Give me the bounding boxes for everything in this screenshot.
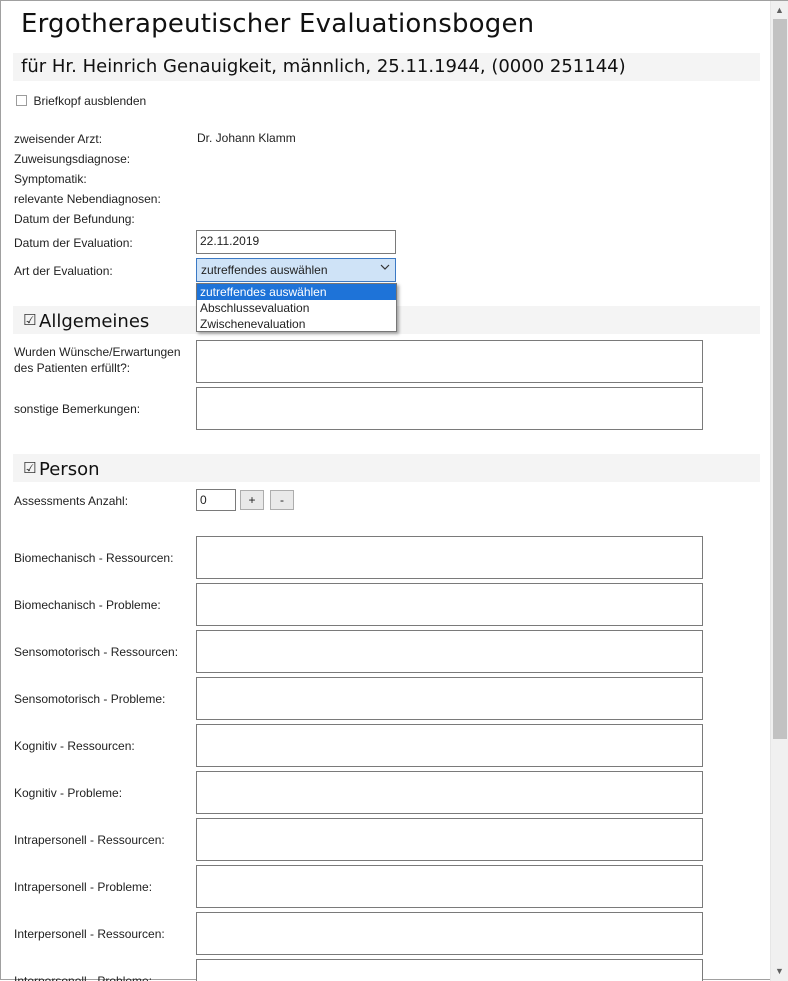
- referring-doctor-value: Dr. Johann Klamm: [197, 131, 296, 145]
- remarks-textarea[interactable]: [196, 387, 703, 430]
- section-general-title: Allgemeines: [39, 311, 150, 332]
- add-assessment-button[interactable]: +: [240, 490, 264, 510]
- evaluation-type-label: Art der Evaluation:: [14, 264, 113, 278]
- field-textarea[interactable]: [196, 912, 703, 955]
- chevron-down-icon: [380, 262, 390, 274]
- referring-doctor-label: zweisender Arzt:: [14, 132, 103, 146]
- field-label: Interpersonell - Ressourcen:: [14, 927, 165, 941]
- field-label: Biomechanisch - Probleme:: [14, 598, 161, 612]
- assessments-count-input[interactable]: 0: [196, 489, 236, 511]
- field-label: Intrapersonell - Ressourcen:: [14, 833, 165, 847]
- section-person-title: Person: [39, 459, 100, 480]
- evaluation-type-select[interactable]: zutreffendes auswählen: [196, 258, 396, 282]
- remove-assessment-button[interactable]: -: [270, 490, 294, 510]
- remarks-label: sonstige Bemerkungen:: [14, 402, 141, 416]
- evaluation-date-input[interactable]: 22.11.2019: [196, 230, 396, 254]
- symptoms-label: Symptomatik:: [14, 172, 87, 186]
- evaluation-type-selected: zutreffendes auswählen: [201, 263, 328, 277]
- field-textarea[interactable]: [196, 724, 703, 767]
- checkbox-checked-icon[interactable]: ☑: [23, 311, 36, 329]
- field-textarea[interactable]: [196, 630, 703, 673]
- referral-diagnosis-label: Zuweisungsdiagnose:: [14, 152, 131, 166]
- field-textarea[interactable]: [196, 959, 703, 981]
- evaluation-form: Ergotherapeutischer Evaluationsbogen für…: [1, 1, 770, 981]
- page-title: Ergotherapeutischer Evaluationsbogen: [21, 9, 535, 39]
- section-person-header[interactable]: ☑ Person: [13, 454, 760, 482]
- scroll-up-icon[interactable]: ▲: [775, 5, 784, 15]
- checkbox-checked-icon[interactable]: ☑: [23, 459, 36, 477]
- assessments-label: Assessments Anzahl:: [14, 494, 129, 508]
- field-label: Sensomotorisch - Probleme:: [14, 692, 166, 706]
- patient-line: für Hr. Heinrich Genauigkeit, männlich, …: [21, 56, 626, 77]
- scroll-down-icon[interactable]: ▼: [775, 966, 784, 976]
- finding-date-label: Datum der Befundung:: [14, 212, 135, 226]
- field-textarea[interactable]: [196, 771, 703, 814]
- field-textarea[interactable]: [196, 536, 703, 579]
- hide-letterhead-label: Briefkopf ausblenden: [33, 94, 147, 108]
- option-select-applicable[interactable]: zutreffendes auswählen: [197, 284, 396, 300]
- option-final-evaluation[interactable]: Abschlussevaluation: [197, 300, 396, 316]
- field-textarea[interactable]: [196, 677, 703, 720]
- field-textarea[interactable]: [196, 818, 703, 861]
- evaluation-type-dropdown: zutreffendes auswählen Abschlussevaluati…: [196, 283, 397, 332]
- hide-letterhead-row[interactable]: Briefkopf ausblenden: [16, 92, 146, 110]
- secondary-diagnoses-label: relevante Nebendiagnosen:: [14, 192, 161, 206]
- vertical-scrollbar[interactable]: ▲ ▼: [770, 1, 788, 981]
- wishes-label: Wurden Wünsche/Erwartungen des Patienten…: [14, 345, 181, 375]
- scrollbar-thumb[interactable]: [773, 19, 787, 739]
- field-label: Intrapersonell - Probleme:: [14, 880, 153, 894]
- field-label: Sensomotorisch - Ressourcen:: [14, 645, 179, 659]
- evaluation-date-label: Datum der Evaluation:: [14, 236, 133, 250]
- field-label: Kognitiv - Ressourcen:: [14, 739, 135, 753]
- field-label: Kognitiv - Probleme:: [14, 786, 123, 800]
- patient-bar: für Hr. Heinrich Genauigkeit, männlich, …: [13, 53, 760, 81]
- hide-letterhead-checkbox[interactable]: [16, 95, 27, 107]
- field-textarea[interactable]: [196, 583, 703, 626]
- option-interim-evaluation[interactable]: Zwischenevaluation: [197, 316, 396, 332]
- wishes-textarea[interactable]: [196, 340, 703, 383]
- field-label: Biomechanisch - Ressourcen:: [14, 551, 174, 565]
- field-textarea[interactable]: [196, 865, 703, 908]
